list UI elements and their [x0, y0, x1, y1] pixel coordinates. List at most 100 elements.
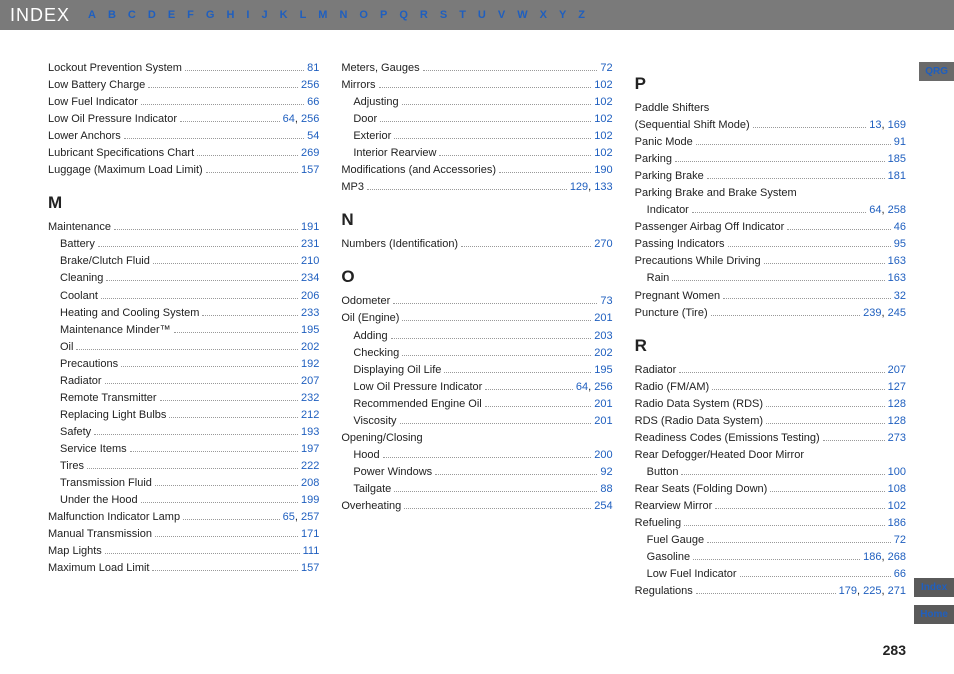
page-links[interactable]: 73: [600, 293, 612, 310]
page-links[interactable]: 186: [888, 515, 906, 532]
page-links[interactable]: 81: [307, 60, 319, 77]
page-links[interactable]: 206: [301, 288, 319, 305]
page-links[interactable]: 200: [594, 447, 612, 464]
page-links[interactable]: 191: [301, 219, 319, 236]
page-links[interactable]: 207: [301, 373, 319, 390]
page-links[interactable]: 128: [888, 413, 906, 430]
page-links[interactable]: 157: [301, 162, 319, 179]
page-links[interactable]: 163: [888, 253, 906, 270]
page-links[interactable]: 102: [594, 111, 612, 128]
page-links[interactable]: 181: [888, 168, 906, 185]
page-links[interactable]: 102: [594, 128, 612, 145]
page-links[interactable]: 128: [888, 396, 906, 413]
page-links[interactable]: 95: [894, 236, 906, 253]
page-links[interactable]: 234: [301, 270, 319, 287]
page-links[interactable]: 13, 169: [869, 117, 906, 134]
page-links[interactable]: 190: [594, 162, 612, 179]
alpha-q[interactable]: Q: [399, 9, 408, 21]
alpha-n[interactable]: N: [339, 9, 347, 21]
alpha-y[interactable]: Y: [559, 9, 566, 21]
page-links[interactable]: 185: [888, 151, 906, 168]
page-links[interactable]: 222: [301, 458, 319, 475]
alpha-w[interactable]: W: [517, 9, 527, 21]
page-links[interactable]: 64, 258: [869, 202, 906, 219]
page-links[interactable]: 129, 133: [570, 179, 613, 196]
page-links[interactable]: 171: [301, 526, 319, 543]
page-links[interactable]: 46: [894, 219, 906, 236]
alpha-b[interactable]: B: [108, 9, 116, 21]
page-links[interactable]: 212: [301, 407, 319, 424]
page-links[interactable]: 65, 257: [283, 509, 320, 526]
page-links[interactable]: 193: [301, 424, 319, 441]
page-links[interactable]: 210: [301, 253, 319, 270]
alpha-o[interactable]: O: [359, 9, 368, 21]
alpha-l[interactable]: L: [300, 9, 307, 21]
page-links[interactable]: 127: [888, 379, 906, 396]
alpha-a[interactable]: A: [88, 9, 96, 21]
page-links[interactable]: 64, 256: [283, 111, 320, 128]
page-links[interactable]: 239, 245: [863, 305, 906, 322]
page-links[interactable]: 201: [594, 413, 612, 430]
page-links[interactable]: 54: [307, 128, 319, 145]
page-links[interactable]: 88: [600, 481, 612, 498]
tab-qrg[interactable]: QRG: [919, 62, 954, 81]
page-links[interactable]: 254: [594, 498, 612, 515]
page-links[interactable]: 102: [594, 77, 612, 94]
alpha-v[interactable]: V: [498, 9, 505, 21]
alpha-z[interactable]: Z: [578, 9, 585, 21]
alpha-i[interactable]: I: [246, 9, 249, 21]
page-links[interactable]: 231: [301, 236, 319, 253]
page-links[interactable]: 92: [600, 464, 612, 481]
page-links[interactable]: 273: [888, 430, 906, 447]
page-links[interactable]: 157: [301, 560, 319, 577]
page-links[interactable]: 232: [301, 390, 319, 407]
page-links[interactable]: 66: [894, 566, 906, 583]
alpha-r[interactable]: R: [420, 9, 428, 21]
page-links[interactable]: 207: [888, 362, 906, 379]
page-links[interactable]: 111: [303, 543, 320, 560]
page-links[interactable]: 179, 225, 271: [839, 583, 906, 600]
alpha-g[interactable]: G: [206, 9, 215, 21]
page-links[interactable]: 108: [888, 481, 906, 498]
page-links[interactable]: 163: [888, 270, 906, 287]
alpha-t[interactable]: T: [459, 9, 466, 21]
page-links[interactable]: 208: [301, 475, 319, 492]
alpha-m[interactable]: M: [318, 9, 327, 21]
alpha-h[interactable]: H: [226, 9, 234, 21]
page-links[interactable]: 100: [888, 464, 906, 481]
page-links[interactable]: 233: [301, 305, 319, 322]
page-links[interactable]: 102: [594, 94, 612, 111]
alpha-p[interactable]: P: [380, 9, 387, 21]
alpha-f[interactable]: F: [187, 9, 194, 21]
alpha-j[interactable]: J: [261, 9, 267, 21]
page-links[interactable]: 270: [594, 236, 612, 253]
page-links[interactable]: 66: [307, 94, 319, 111]
alpha-s[interactable]: S: [440, 9, 447, 21]
alpha-c[interactable]: C: [128, 9, 136, 21]
tab-home[interactable]: Home: [914, 605, 954, 624]
alpha-x[interactable]: X: [540, 9, 547, 21]
alpha-u[interactable]: U: [478, 9, 486, 21]
page-links[interactable]: 195: [301, 322, 319, 339]
page-links[interactable]: 195: [594, 362, 612, 379]
alpha-e[interactable]: E: [168, 9, 175, 21]
page-links[interactable]: 72: [894, 532, 906, 549]
page-links[interactable]: 203: [594, 328, 612, 345]
page-links[interactable]: 197: [301, 441, 319, 458]
page-links[interactable]: 91: [894, 134, 906, 151]
page-links[interactable]: 186, 268: [863, 549, 906, 566]
page-links[interactable]: 199: [301, 492, 319, 509]
alpha-d[interactable]: D: [148, 9, 156, 21]
page-links[interactable]: 32: [894, 288, 906, 305]
page-links[interactable]: 201: [594, 396, 612, 413]
page-links[interactable]: 201: [594, 310, 612, 327]
page-links[interactable]: 102: [888, 498, 906, 515]
page-links[interactable]: 202: [594, 345, 612, 362]
alpha-k[interactable]: K: [280, 9, 288, 21]
tab-index[interactable]: Index: [914, 578, 954, 597]
page-links[interactable]: 102: [594, 145, 612, 162]
page-links[interactable]: 72: [600, 60, 612, 77]
page-links[interactable]: 192: [301, 356, 319, 373]
page-links[interactable]: 256: [301, 77, 319, 94]
page-links[interactable]: 269: [301, 145, 319, 162]
